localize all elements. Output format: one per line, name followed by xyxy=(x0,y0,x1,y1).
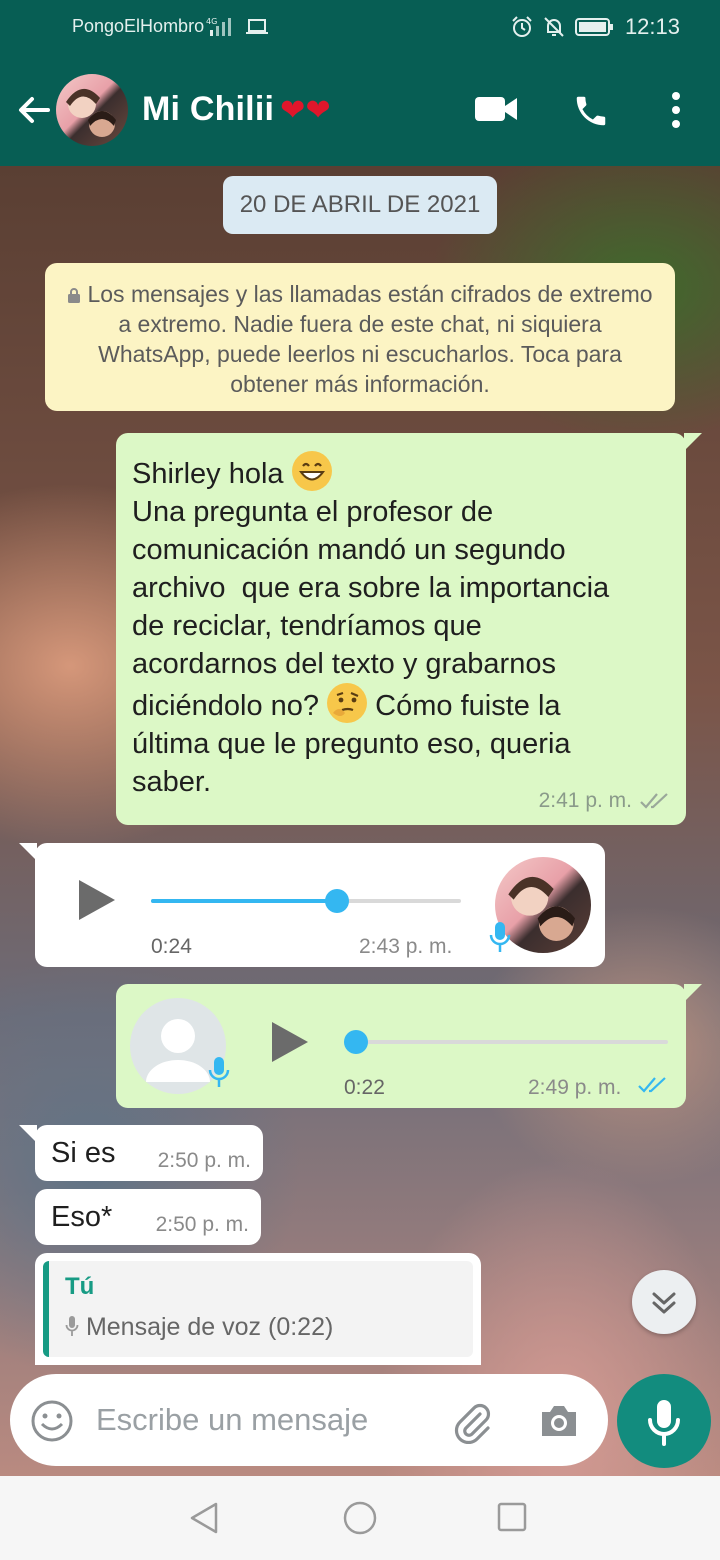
encryption-notice-text: Los mensajes y las llamadas están cifrad… xyxy=(87,281,653,397)
message-line: Una pregunta el profesor de comunicación… xyxy=(132,496,610,722)
voice-progress-knob[interactable] xyxy=(325,889,349,913)
message-meta: 2:41 p. m. xyxy=(539,789,670,813)
mic-icon xyxy=(208,1057,230,1087)
message-time: 2:50 p. m. xyxy=(155,1213,249,1236)
double-check-blue-icon xyxy=(638,1077,666,1093)
incoming-message[interactable]: Si es 2:50 p. m. xyxy=(19,1125,263,1181)
status-bar: PongoElHombro 4G 12:13 xyxy=(0,0,720,54)
quoted-message[interactable]: Tú Mensaje de voz (0:22) xyxy=(43,1261,473,1357)
quoted-content-text: Mensaje de voz (0:22) xyxy=(85,1313,334,1341)
chat-area[interactable]: 20 DE ABRIL DE 2021 Los mensajes y las l… xyxy=(0,166,720,1476)
message-time: 2:49 p. m. xyxy=(528,1076,622,1099)
date-chip: 20 DE ABRIL DE 2021 xyxy=(223,176,497,234)
message-line: Cómo fuiste la xyxy=(375,690,561,722)
mute-bell-icon xyxy=(544,17,564,37)
play-icon[interactable] xyxy=(79,880,115,920)
thinking-emoji-icon xyxy=(327,683,368,723)
alarm-icon xyxy=(512,16,532,37)
avatar-photo-icon xyxy=(66,88,116,137)
outgoing-message[interactable]: Shirley hola Una pregunta el profesor de… xyxy=(116,433,702,825)
message-text: Eso* xyxy=(51,1201,113,1233)
lock-icon xyxy=(68,288,81,303)
system-nav-bar xyxy=(0,1476,720,1560)
bubble-tail xyxy=(19,843,37,861)
laptop-icon xyxy=(246,19,268,34)
camera-icon[interactable] xyxy=(538,1402,580,1440)
double-check-icon xyxy=(640,793,668,809)
message-time: 2:43 p. m. xyxy=(359,935,453,958)
contact-avatar[interactable] xyxy=(56,74,128,146)
message-text: Si es xyxy=(51,1137,116,1169)
voice-progress-fill xyxy=(151,899,337,903)
bubble-tail xyxy=(684,433,702,451)
chat-header: Mi Chilii ❤❤ xyxy=(0,54,720,166)
incoming-voice-message[interactable]: 0:24 2:43 p. m. xyxy=(19,843,605,967)
signal-icon: 4G xyxy=(206,17,231,36)
message-input[interactable]: Escribe un mensaje xyxy=(96,1402,368,1438)
voice-duration: 0:22 xyxy=(344,1076,385,1099)
quoted-author: Tú xyxy=(65,1273,95,1300)
battery-icon xyxy=(574,18,613,36)
incoming-message[interactable]: Eso* 2:50 p. m. xyxy=(35,1189,261,1245)
nav-back-icon[interactable] xyxy=(186,1500,222,1536)
bubble-tail xyxy=(684,984,702,1002)
voice-progress-knob[interactable] xyxy=(344,1030,368,1054)
incoming-reply-message[interactable]: Tú Mensaje de voz (0:22) xyxy=(35,1253,481,1365)
encryption-notice[interactable]: Los mensajes y las llamadas están cifrad… xyxy=(45,263,675,411)
voice-duration: 0:24 xyxy=(151,935,192,958)
emoji-icon[interactable] xyxy=(30,1399,74,1443)
contact-name-text: Mi Chilii xyxy=(142,90,275,128)
message-time: 2:41 p. m. xyxy=(538,789,632,812)
nav-recents-icon[interactable] xyxy=(496,1500,528,1536)
mic-icon xyxy=(648,1400,680,1446)
grinning-emoji-icon xyxy=(291,451,332,491)
network-label: 4G xyxy=(206,17,217,26)
more-vert-icon[interactable] xyxy=(668,90,684,130)
hearts-emoji: ❤❤ xyxy=(280,94,331,127)
message-line: Shirley hola xyxy=(132,458,284,490)
message-composer[interactable]: Escribe un mensaje xyxy=(10,1374,608,1466)
bubble-tail xyxy=(19,1125,37,1143)
double-chevron-down-icon xyxy=(652,1292,676,1314)
play-icon[interactable] xyxy=(272,1022,308,1062)
nav-home-icon[interactable] xyxy=(342,1500,378,1536)
carrier-name: PongoElHombro xyxy=(72,16,205,36)
back-arrow-icon[interactable] xyxy=(14,90,54,130)
attach-icon[interactable] xyxy=(450,1400,494,1444)
contact-name[interactable]: Mi Chilii ❤❤ xyxy=(142,90,331,129)
outgoing-voice-message[interactable]: 0:22 2:49 p. m. xyxy=(116,984,702,1108)
mic-icon xyxy=(65,1316,79,1336)
message-text: Shirley hola Una pregunta el profesor de… xyxy=(132,451,670,801)
quoted-content: Mensaje de voz (0:22) xyxy=(65,1313,333,1342)
message-line: última que le pregunto eso, queria saber… xyxy=(132,728,571,798)
voice-progress-track[interactable] xyxy=(151,899,461,903)
clock: 12:13 xyxy=(624,14,680,39)
voice-progress-track[interactable] xyxy=(344,1040,668,1044)
mic-icon xyxy=(489,922,511,952)
message-time: 2:50 p. m. xyxy=(157,1149,251,1172)
record-voice-button[interactable] xyxy=(617,1374,711,1468)
video-call-icon[interactable] xyxy=(474,94,518,124)
phone-icon[interactable] xyxy=(572,92,610,130)
scroll-to-bottom-button[interactable] xyxy=(632,1270,696,1334)
